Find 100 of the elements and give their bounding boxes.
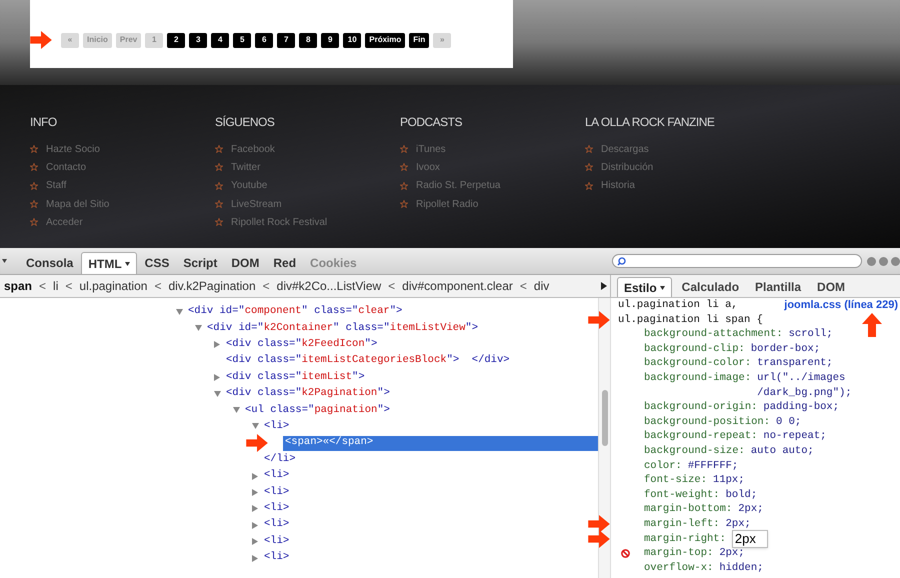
- value-input-field[interactable]: 2px: [732, 530, 768, 548]
- expanded-twisty-icon[interactable]: [195, 325, 202, 332]
- css-property: background-size:: [644, 444, 745, 459]
- collapsed-twisty-icon[interactable]: [252, 554, 259, 562]
- collapsed-twisty-icon[interactable]: [252, 538, 259, 546]
- star-icon: [215, 163, 223, 172]
- devtools-tab[interactable]: DOM: [225, 252, 266, 274]
- breadcrumb-separator: <: [388, 278, 396, 295]
- css-property: background-image:: [644, 370, 752, 386]
- star-icon: [585, 182, 593, 190]
- breadcrumb-separator: <: [520, 278, 527, 295]
- html-node[interactable]: <li>: [264, 534, 290, 550]
- breadcrumb-link[interactable]: span: [4, 277, 32, 295]
- css-property: background-position:: [644, 414, 770, 430]
- devtools-tab[interactable]: HTML: [81, 252, 137, 274]
- css-value: 2px;: [726, 516, 751, 532]
- css-property: margin-top:: [644, 546, 714, 561]
- css-value: padding-box;: [763, 400, 840, 415]
- pagination-button[interactable]: 4: [211, 32, 230, 48]
- collapsed-twisty-icon[interactable]: [252, 505, 259, 512]
- breadcrumb-link[interactable]: div.k2Pagination: [168, 277, 256, 295]
- html-node[interactable]: <ul class="pagination">: [245, 403, 390, 418]
- style-tab[interactable]: Estilo: [617, 277, 672, 297]
- scrollbar-thumb[interactable]: [602, 390, 608, 446]
- breadcrumb-separator: <: [262, 278, 270, 295]
- devtools-tab[interactable]: Red: [267, 252, 302, 274]
- expanded-twisty-icon[interactable]: [176, 308, 183, 316]
- breadcrumb-link[interactable]: div#k2Co...ListView: [276, 277, 382, 295]
- pagination-button[interactable]: 10: [343, 32, 362, 48]
- source-link[interactable]: joomla.css (línea 229): [784, 298, 900, 313]
- breadcrumb-link[interactable]: li: [53, 277, 58, 295]
- html-node[interactable]: <div class="itemListCategoriesBlock"> </div>: [226, 354, 510, 369]
- pagination-button[interactable]: Próximo: [365, 32, 406, 48]
- pagination-button[interactable]: 5: [233, 32, 252, 48]
- html-node[interactable]: <li>: [264, 518, 290, 533]
- html-node[interactable]: </li>: [264, 452, 296, 468]
- css-value: no-repeat;: [763, 429, 826, 444]
- css-property: margin-left:: [644, 516, 720, 532]
- collapsed-twisty-icon[interactable]: [252, 522, 259, 529]
- css-value: 11px;: [713, 473, 745, 488]
- minimize-button[interactable]: [867, 256, 876, 266]
- caret-icon: [660, 286, 665, 290]
- html-node[interactable]: <div id="component" class="clear">: [188, 304, 402, 320]
- html-node[interactable]: <div id="k2Container" class="itemListView">: [207, 321, 478, 336]
- breadcrumb-link[interactable]: div: [534, 277, 550, 295]
- scroll-right-icon[interactable]: [601, 282, 607, 290]
- breadcrumb-separator: <: [65, 278, 72, 295]
- expanded-twisty-icon[interactable]: [252, 423, 259, 430]
- css-value: hidden;: [719, 560, 764, 576]
- css-property: margin-bottom:: [644, 502, 732, 517]
- html-node[interactable]: <li>: [264, 468, 290, 484]
- devtools-tab[interactable]: Script: [177, 252, 224, 274]
- html-node[interactable]: <span>«</span>: [283, 436, 598, 451]
- collapsed-twisty-icon[interactable]: [214, 341, 221, 348]
- star-icon: [585, 145, 593, 154]
- star-icon: [400, 145, 408, 154]
- pagination-button[interactable]: 2: [167, 32, 186, 48]
- html-node[interactable]: <div class="itemList">: [226, 370, 365, 386]
- star-icon: [30, 218, 38, 226]
- style-tab[interactable]: Plantilla: [749, 277, 808, 297]
- css-value: scroll;: [788, 327, 833, 342]
- collapsed-twisty-icon[interactable]: [214, 374, 221, 382]
- pagination-button[interactable]: 8: [299, 32, 318, 48]
- breadcrumb-separator: <: [39, 278, 46, 295]
- pagination-button[interactable]: 7: [277, 32, 296, 48]
- star-icon: [215, 182, 223, 190]
- pagination-button[interactable]: 3: [189, 32, 208, 48]
- devtools-tab[interactable]: Consola: [20, 252, 80, 274]
- html-node[interactable]: <div class="k2FeedIcon">: [226, 337, 378, 352]
- css-property: background-repeat:: [644, 429, 758, 444]
- style-tab[interactable]: Calculado: [676, 277, 746, 297]
- style-tab[interactable]: DOM: [811, 277, 852, 297]
- footer-heading: INFO: [30, 114, 58, 131]
- close-button[interactable]: [891, 256, 900, 266]
- devtools-tab[interactable]: CSS: [138, 252, 176, 274]
- star-icon: [30, 200, 38, 208]
- pagination-button[interactable]: 6: [255, 32, 274, 48]
- css-property: background-color:: [644, 356, 752, 371]
- detach-button[interactable]: [879, 256, 888, 266]
- collapsed-twisty-icon[interactable]: [252, 472, 259, 480]
- html-node[interactable]: <li>: [264, 550, 290, 566]
- css-selector: ul.pagination li a,: [618, 298, 738, 313]
- breadcrumb-link[interactable]: ul.pagination: [79, 277, 148, 295]
- html-node[interactable]: <li>: [264, 484, 290, 500]
- expanded-twisty-icon[interactable]: [233, 407, 240, 414]
- css-value: url("../images /dark_bg.png");: [757, 370, 853, 400]
- dropdown-icon[interactable]: [2, 259, 10, 263]
- collapsed-twisty-icon[interactable]: [252, 488, 259, 496]
- css-value: auto auto;: [750, 444, 814, 459]
- star-icon: [585, 163, 593, 172]
- star-icon: [400, 200, 408, 208]
- search-field[interactable]: [612, 254, 862, 268]
- css-property: font-weight:: [644, 488, 720, 502]
- pagination-button[interactable]: 9: [321, 32, 340, 48]
- expanded-twisty-icon[interactable]: [214, 390, 221, 398]
- html-node[interactable]: <li>: [264, 501, 290, 516]
- html-node[interactable]: <li>: [264, 419, 290, 434]
- breadcrumb-link[interactable]: div#component.clear: [402, 277, 513, 295]
- pagination-button[interactable]: Fin: [409, 32, 430, 48]
- html-node[interactable]: <div class="k2Pagination">: [226, 386, 390, 402]
